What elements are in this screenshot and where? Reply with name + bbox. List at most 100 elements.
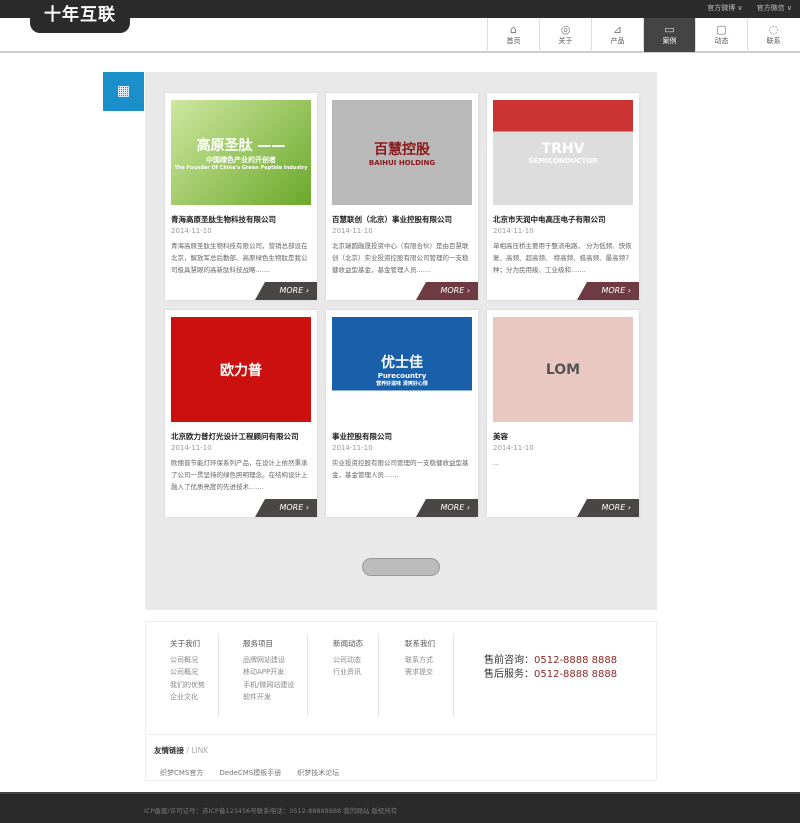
- image-subtext: Purecountry: [377, 372, 427, 380]
- image-text: LOM: [545, 361, 581, 378]
- nav-item[interactable]: ⊿ 产品: [591, 18, 643, 52]
- footer-link[interactable]: 公司概况: [170, 654, 205, 667]
- case-title[interactable]: 北京市天润中电高压电子有限公司: [493, 214, 606, 225]
- weibo-link[interactable]: 官方微博 ∨: [707, 3, 742, 13]
- load-more-button[interactable]: [362, 558, 440, 576]
- image-subtext: BAIHUI HOLDING: [368, 158, 436, 167]
- image-subtext: 营养好滋味 清爽好心情: [376, 381, 428, 387]
- nav-item[interactable]: ◎ 关于: [539, 18, 591, 52]
- footer-link[interactable]: 企业文化: [170, 691, 205, 704]
- more-button[interactable]: MORE ›: [416, 282, 478, 300]
- footer-link[interactable]: 品牌网站建设: [243, 654, 294, 667]
- case-image[interactable]: LOM: [493, 317, 633, 422]
- divider: [307, 634, 308, 716]
- case-card[interactable]: 百慧控股 BAIHUI HOLDING 百慧联创（北京）事业控股有限公司 2014…: [326, 93, 478, 300]
- grid-icon: ▦: [103, 72, 144, 111]
- friend-links: 友情链接 / LINK 织梦CMS官方 DedeCMS模板手册 织梦技术论坛: [146, 734, 656, 788]
- nav-label: 产品: [610, 37, 625, 45]
- nav-label: 案例: [662, 37, 677, 45]
- nav-label: 关于: [558, 37, 573, 45]
- case-card[interactable]: TRHV SEMICONDUCTOR 北京市天润中电高压电子有限公司 2014-1…: [487, 93, 639, 300]
- case-date: 2014-11-10: [171, 444, 212, 452]
- case-date: 2014-11-10: [332, 444, 373, 452]
- video-icon: ▢: [716, 23, 727, 36]
- chat-icon: ◌: [768, 23, 779, 36]
- image-text: 高原圣肽 ——: [196, 137, 286, 154]
- friend-link[interactable]: 织梦技术论坛: [297, 768, 339, 778]
- more-button[interactable]: MORE ›: [255, 282, 317, 300]
- case-desc: 欧丽普节能灯环保系列产品，在设计上依然秉承了公司一贯坚持的绿色照明理念。在结构设…: [171, 459, 308, 491]
- wechat-link[interactable]: 官方微信 ∨: [757, 3, 792, 13]
- case-title[interactable]: 青海高原圣肽生物科技有限公司: [171, 214, 276, 225]
- case-image[interactable]: 百慧控股 BAIHUI HOLDING: [332, 100, 472, 205]
- image-text: 欧力普: [220, 362, 262, 379]
- more-button[interactable]: MORE ›: [577, 282, 639, 300]
- nav-item[interactable]: ▭ 案例: [643, 18, 695, 52]
- footer-column: 联系我们联系方式 需求提交: [405, 638, 435, 679]
- nav-label: 首页: [506, 37, 521, 45]
- case-image[interactable]: 优士佳 Purecountry 营养好滋味 清爽好心情: [332, 317, 472, 422]
- case-title[interactable]: 事业控股有限公司: [332, 431, 392, 442]
- case-title[interactable]: 美容: [493, 431, 508, 442]
- case-panel: 高原圣肽 —— 中国绿色产业的开创者 The Founder Of China's …: [145, 72, 657, 610]
- footer-link[interactable]: 我们的优势: [170, 679, 205, 692]
- footer-link[interactable]: 需求提交: [405, 666, 435, 679]
- image-text: 百慧控股: [374, 141, 430, 158]
- logo[interactable]: 十年互联: [30, 0, 130, 33]
- case-card[interactable]: 高原圣肽 —— 中国绿色产业的开创者 The Founder Of China's …: [165, 93, 317, 300]
- friend-link[interactable]: 织梦CMS官方: [160, 768, 203, 778]
- image-subtext: The Founder Of China's Green Peptide Ind…: [174, 164, 308, 171]
- image-subtext: 中国绿色产业的开创者: [206, 155, 276, 164]
- footer-link[interactable]: 公司动态: [333, 654, 363, 667]
- footer-column-title: 服务项目: [243, 639, 273, 648]
- footer-column-title: 新闻动态: [333, 639, 363, 648]
- case-image[interactable]: 高原圣肽 —— 中国绿色产业的开创者 The Founder Of China's …: [171, 100, 311, 205]
- friend-link[interactable]: DedeCMS模板手册: [219, 768, 281, 778]
- footer-link[interactable]: 移动APP开发: [243, 666, 294, 679]
- footer-link[interactable]: 行业资讯: [333, 666, 363, 679]
- nav-item[interactable]: ⌂ 首页: [487, 18, 539, 52]
- friend-links-subtitle: / LINK: [184, 746, 209, 755]
- case-image[interactable]: TRHV SEMICONDUCTOR: [493, 100, 633, 205]
- case-desc: 实业投资控股有限公司管理的一支稳健收益型基金，基金管理人员.......: [332, 459, 469, 479]
- footer-link[interactable]: 联系方式: [405, 654, 435, 667]
- more-button[interactable]: MORE ›: [577, 499, 639, 517]
- divider: [378, 634, 379, 716]
- hotline-label: 售前咨询：: [484, 655, 534, 666]
- footer-column: 新闻动态公司动态 行业资讯: [333, 638, 363, 679]
- hotline-number: 0512-8888 8888: [534, 655, 618, 666]
- more-button[interactable]: MORE ›: [255, 499, 317, 517]
- case-desc: 青海高原圣肽生物科技有限公司，营销总部设在北京，解放军总后勤部、高原绿色生物肽是…: [171, 242, 308, 274]
- footer-link[interactable]: 软件开发: [243, 691, 294, 704]
- nav-item[interactable]: ◌ 联系: [747, 18, 799, 52]
- case-date: 2014-11-10: [332, 227, 373, 235]
- main-nav: ⌂ 首页 ◎ 关于 ⊿ 产品 ▭ 案例 ▢ 动态 ◌ 联系: [487, 18, 799, 52]
- top-links: 官方微博 ∨ 官方微信 ∨: [707, 3, 792, 13]
- presales-hotline: 售前咨询：0512-8888 8888: [484, 654, 617, 668]
- footer-column-title: 联系我们: [405, 639, 435, 648]
- aftersales-hotline: 售后服务：0512-8888 8888: [484, 668, 617, 682]
- case-title[interactable]: 北京欧力普灯光设计工程顾问有限公司: [171, 431, 299, 442]
- case-card[interactable]: 欧力普 北京欧力普灯光设计工程顾问有限公司 2014-11-10 欧丽普节能灯环…: [165, 310, 317, 517]
- image-text: 优士佳: [381, 355, 423, 371]
- image-text: TRHV: [541, 140, 585, 157]
- case-card[interactable]: 优士佳 Purecountry 营养好滋味 清爽好心情 事业控股有限公司 2014-…: [326, 310, 478, 517]
- footer-link[interactable]: 手机/微网站建设: [243, 679, 294, 692]
- case-date: 2014-11-10: [493, 444, 534, 452]
- more-button[interactable]: MORE ›: [416, 499, 478, 517]
- copyright-text: ICP备案/许可证号：苏ICP备123456号联系电话：0512-8888888…: [144, 807, 398, 815]
- footer-link[interactable]: 公司概况: [170, 666, 205, 679]
- hotline-number: 0512-8888 8888: [534, 669, 618, 680]
- pen-icon: ⊿: [612, 23, 623, 36]
- footer-column-title: 关于我们: [170, 639, 200, 648]
- hotline: 售前咨询：0512-8888 8888 售后服务：0512-8888 8888: [484, 654, 617, 682]
- case-image[interactable]: 欧力普: [171, 317, 311, 422]
- divider: [453, 634, 454, 716]
- nav-label: 联系: [766, 37, 781, 45]
- case-title[interactable]: 百慧联创（北京）事业控股有限公司: [332, 214, 452, 225]
- friend-links-row: 织梦CMS官方 DedeCMS模板手册 织梦技术论坛: [154, 768, 648, 778]
- user-icon: ◎: [560, 23, 571, 36]
- home-icon: ⌂: [510, 23, 517, 36]
- case-card[interactable]: LOM 美容 2014-11-10 ... MORE ›: [487, 310, 639, 517]
- nav-item[interactable]: ▢ 动态: [695, 18, 747, 52]
